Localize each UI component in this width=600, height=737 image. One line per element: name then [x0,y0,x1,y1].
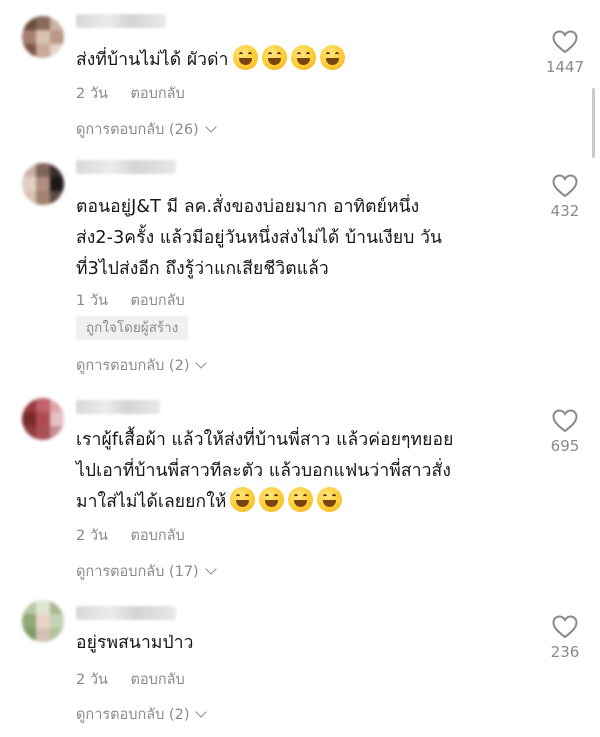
comment-meta: 2 วัน ตอบกลับ [76,524,185,547]
grinning-emoji-icon [288,487,314,512]
heart-outline-icon [552,409,578,433]
like-count: 1447 [545,58,585,76]
avatar[interactable] [22,398,64,440]
comment-text-line: ส่งที่บ้านไม่ได้ ผัวด่า [76,50,229,70]
comment-text-line: เราผู้fเสื้อผ้า แล้วให้ส่งที่บ้านพี่สาว … [76,430,454,450]
reply-button[interactable]: ตอบกลับ [131,86,185,102]
view-replies-button[interactable]: ดูการตอบกลับ (26) [76,118,217,141]
avatar[interactable] [22,600,64,642]
username-redacted[interactable] [76,400,160,414]
like-button[interactable]: 1447 [540,30,590,76]
chevron-down-icon [205,121,217,133]
comment-meta: 2 วัน ตอบกลับ [76,82,185,105]
view-replies-label: ดูการตอบกลับ (2) [76,358,190,374]
heart-outline-icon [552,615,578,639]
username-redacted[interactable] [76,14,166,28]
laughing-emoji-icon [290,45,316,70]
chevron-down-icon [195,706,208,718]
laughing-emoji-icon [261,45,287,70]
comment-time: 2 วัน [76,528,108,544]
view-replies-label: ดูการตอบกลับ (17) [76,564,199,580]
avatar[interactable] [22,163,64,205]
like-button[interactable]: 695 [540,409,590,455]
like-button[interactable]: 432 [540,174,590,220]
username-redacted[interactable] [76,160,176,174]
grinning-emoji-icon [259,487,285,512]
comment-text: ส่งที่บ้านไม่ได้ ผัวด่า [76,45,526,76]
grinning-emoji-icon [317,487,343,512]
avatar[interactable] [22,16,64,58]
view-replies-button[interactable]: ดูการตอบกลับ (2) [76,354,208,377]
comment-text-line: ตอนอยู่J&T มี ลค.สั่งของบ่อยมาก อาทิตย์ห… [76,197,420,217]
comment-text-line: ไปเอาที่บ้านพี่สาวทีละตัว แล้วบอกแฟนว่าพ… [76,461,451,481]
grinning-emoji-icon [230,487,256,512]
view-replies-label: ดูการตอบกลับ (2) [76,707,190,723]
comments-screen: ส่งที่บ้านไม่ได้ ผัวด่า 2 วัน ตอบกลับ ดู… [0,0,600,737]
view-replies-label: ดูการตอบกลับ (26) [76,122,199,138]
comment-text: ตอนอยู่J&T มี ลค.สั่งของบ่อยมาก อาทิตย์ห… [76,192,526,285]
comment-time: 2 วัน [76,86,108,102]
like-button[interactable]: 236 [540,615,590,661]
reply-button[interactable]: ตอบกลับ [131,672,185,688]
comment-meta: 1 วัน ตอบกลับ [76,289,185,312]
view-replies-button[interactable]: ดูการตอบกลับ (17) [76,560,217,583]
comment-text: เราผู้fเสื้อผ้า แล้วให้ส่งที่บ้านพี่สาว … [76,425,526,518]
reply-button[interactable]: ตอบกลับ [131,293,185,309]
comment-meta: 2 วัน ตอบกลับ [76,668,185,691]
comment-text-line: ส่ง2-3ครั้ง แล้วมีอยู่วันหนึ่งส่งไม่ได้ … [76,228,443,248]
like-count: 432 [550,202,580,220]
comment-time: 2 วัน [76,672,108,688]
chevron-down-icon [205,563,217,575]
username-redacted[interactable] [76,606,176,620]
reply-button[interactable]: ตอบกลับ [131,528,185,544]
like-count: 695 [550,437,580,455]
scrollbar[interactable] [592,88,595,158]
view-replies-button[interactable]: ดูการตอบกลับ (2) [76,703,208,726]
like-count: 236 [550,643,580,661]
laughing-emoji-icon [232,45,258,70]
heart-outline-icon [552,174,578,198]
liked-by-creator-badge: ถูกใจโดยผู้สร้าง [76,316,189,340]
comment-text-line: ที่3ไปส่งอีก ถึงรู้ว่าแกเสียชีวิตแล้ว [76,259,329,279]
laughing-emoji-icon [319,45,345,70]
comment-text: อยู่รพสนามป่าว [76,628,526,659]
comment-text-line: อยู่รพสนามป่าว [76,633,194,653]
comment-time: 1 วัน [76,293,108,309]
chevron-down-icon [195,357,208,369]
comment-text-line: มาใส่ไม่ได้เลยยกให้ [76,492,227,512]
heart-outline-icon [552,30,578,54]
